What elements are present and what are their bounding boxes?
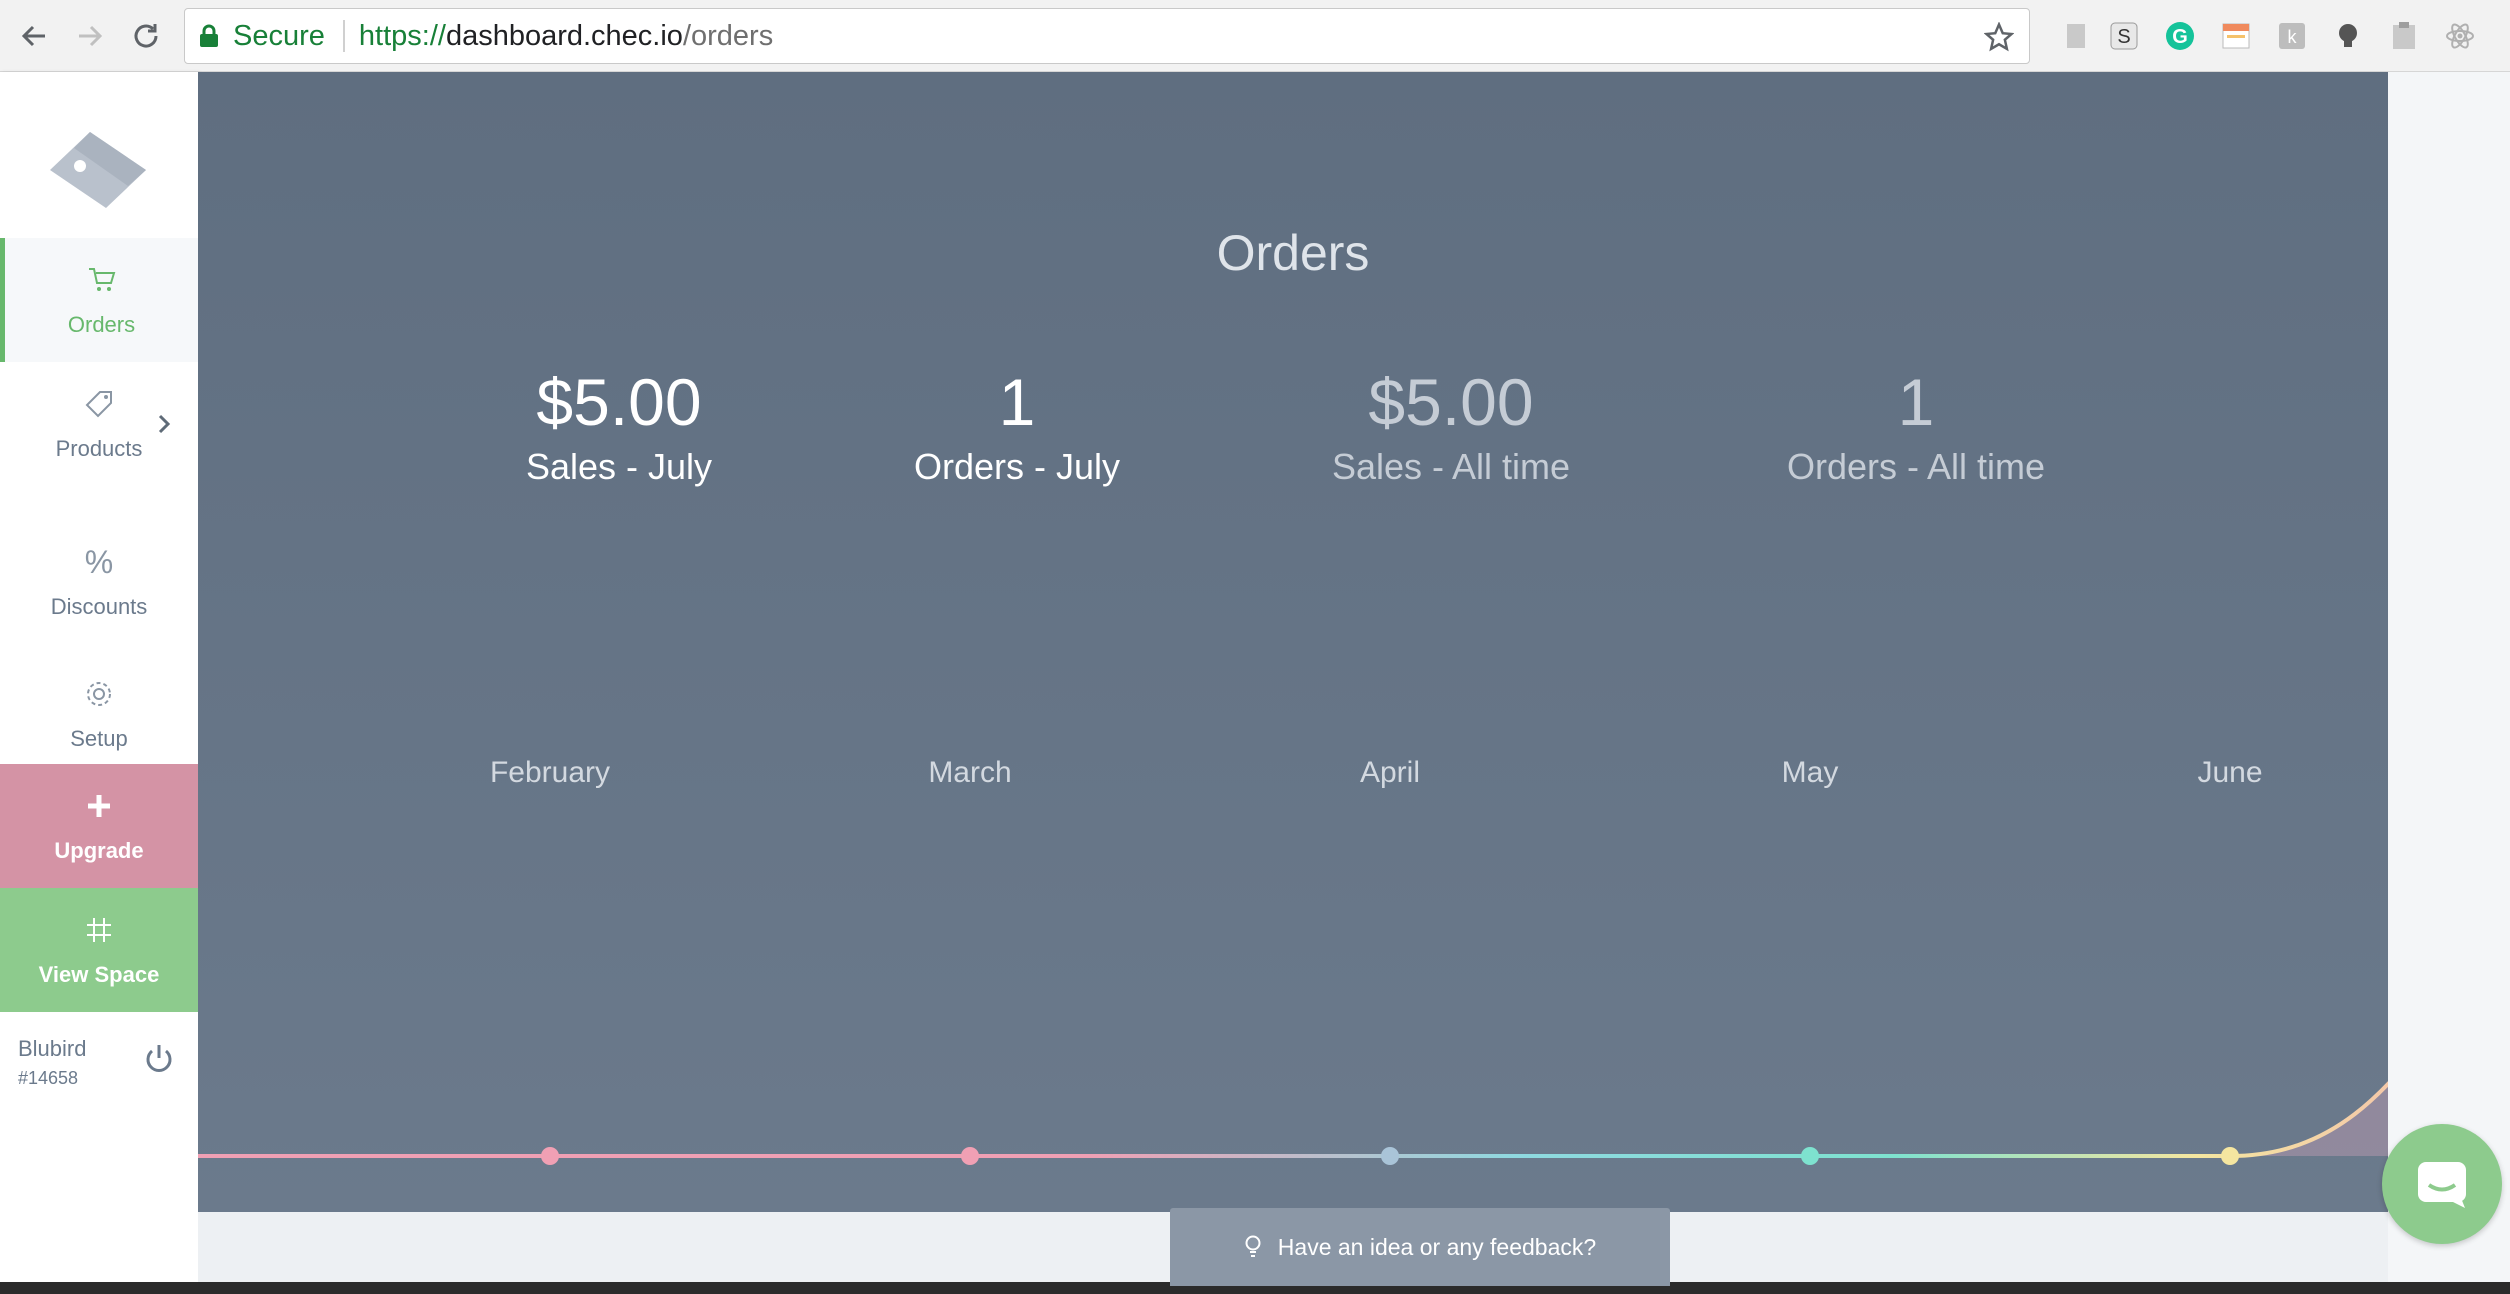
sidebar-item-orders[interactable]: Orders <box>0 238 198 362</box>
orders-dashboard: Orders $5.00 Sales - July 1 Orders - Jul… <box>198 72 2388 1212</box>
security-indicator[interactable]: Secure <box>185 9 325 63</box>
sidebar-item-label: Products <box>55 436 143 461</box>
x-tick-label: June <box>2197 756 2262 789</box>
chec-logo[interactable] <box>46 130 150 210</box>
sidebar-item-setup[interactable]: Setup <box>0 652 198 776</box>
clipboard-icon[interactable] <box>2384 16 2424 56</box>
sidebar-item-label: Orders <box>67 312 136 337</box>
bookmark-star-icon[interactable] <box>1981 19 2017 55</box>
page-title: Orders <box>1216 225 1370 281</box>
calendar-icon[interactable] <box>2216 16 2256 56</box>
chat-launcher-button[interactable] <box>2382 1124 2502 1244</box>
forward-arrow-icon <box>79 25 103 47</box>
stat-value: $5.00 <box>536 365 702 439</box>
x-tick-label: February <box>490 756 610 789</box>
svg-text:S: S <box>2117 26 2130 48</box>
x-tick-label: March <box>928 756 1011 789</box>
stat-sales-month: $5.00 Sales - July <box>409 362 829 490</box>
data-point[interactable] <box>2221 1147 2239 1165</box>
hash-icon <box>85 912 113 948</box>
stat-value: 1 <box>998 365 1036 439</box>
feedback-label: Have an idea or any feedback? <box>1277 1233 1597 1260</box>
doc-icon[interactable] <box>2056 16 2096 56</box>
stat-label: Sales - All time <box>1331 446 1571 487</box>
reload-icon <box>134 24 158 48</box>
right-gutter <box>2388 72 2510 1282</box>
data-point[interactable] <box>541 1147 559 1165</box>
orders-chart: JanuaryFebruaryMarchAprilMayJuneJuly <box>198 756 2388 1165</box>
logout-button[interactable] <box>142 1042 176 1081</box>
svg-text:k: k <box>2288 27 2298 47</box>
view-space-button[interactable]: View Space <box>0 888 198 1012</box>
stat-orders-month: 1 Orders - July <box>807 362 1227 490</box>
svg-text:G: G <box>2172 26 2188 48</box>
series-line <box>198 1080 2388 1158</box>
x-tick-label: May <box>1782 756 1839 789</box>
stat-orders-all-time: 1 Orders - All time <box>1706 362 2126 490</box>
upgrade-button[interactable]: Upgrade <box>0 764 198 888</box>
power-icon <box>146 1045 172 1072</box>
stat-label: Orders - All time <box>1786 446 2046 487</box>
series-area <box>198 1083 2388 1156</box>
stat-label: Orders - July <box>913 446 1121 487</box>
chevron-right-icon[interactable] <box>156 412 172 436</box>
upgrade-label: Upgrade <box>54 838 144 863</box>
cart-icon <box>87 262 117 298</box>
stat-label: Sales - July <box>525 446 713 487</box>
x-tick-label: April <box>1360 756 1420 789</box>
data-point[interactable] <box>1381 1147 1399 1165</box>
sidebar-item-products[interactable]: Products <box>0 362 198 486</box>
k-icon[interactable]: k <box>2272 16 2312 56</box>
stat-sales-all-time: $5.00 Sales - All time <box>1241 362 1661 490</box>
view-space-label: View Space <box>38 962 160 987</box>
tag-icon <box>84 386 114 422</box>
chat-icon <box>2418 1162 2466 1208</box>
gear-icon <box>84 676 114 712</box>
sidebar: Orders Products % Discounts Setup Upgrad… <box>0 72 198 1282</box>
address-bar[interactable]: Secure https://dashboard.chec.io/orders <box>184 8 2030 64</box>
react-icon[interactable] <box>2440 16 2480 56</box>
grammarly-icon[interactable]: G <box>2160 16 2200 56</box>
security-label: Secure <box>233 19 325 52</box>
percent-icon: % <box>84 543 114 580</box>
reload-button[interactable] <box>122 12 170 60</box>
account-name: Blubird <box>18 1036 87 1061</box>
back-arrow-icon <box>21 25 45 47</box>
data-point[interactable] <box>1801 1147 1819 1165</box>
url-text: https://dashboard.chec.io/orders <box>358 19 774 52</box>
account-section: Blubird #14658 <box>0 1008 198 1108</box>
sidebar-item-label: Discounts <box>50 594 148 619</box>
feedback-button[interactable]: Have an idea or any feedback? <box>1170 1208 1670 1286</box>
data-point[interactable] <box>961 1147 979 1165</box>
bulb-icon[interactable] <box>2328 16 2368 56</box>
sidebar-item-label: Setup <box>70 726 128 751</box>
back-button[interactable] <box>10 12 58 60</box>
lock-icon <box>200 24 218 47</box>
plus-icon <box>85 788 113 824</box>
stat-value: 1 <box>1897 365 1935 439</box>
forward-button[interactable] <box>66 12 114 60</box>
sidebar-item-discounts[interactable]: % Discounts <box>0 512 198 652</box>
account-id: #14658 <box>18 1068 79 1088</box>
browser-toolbar: Secure https://dashboard.chec.io/orders … <box>0 0 2510 72</box>
lightbulb-icon <box>1245 1235 1261 1257</box>
stat-value: $5.00 <box>1368 365 1534 439</box>
s-icon[interactable]: S <box>2104 16 2144 56</box>
